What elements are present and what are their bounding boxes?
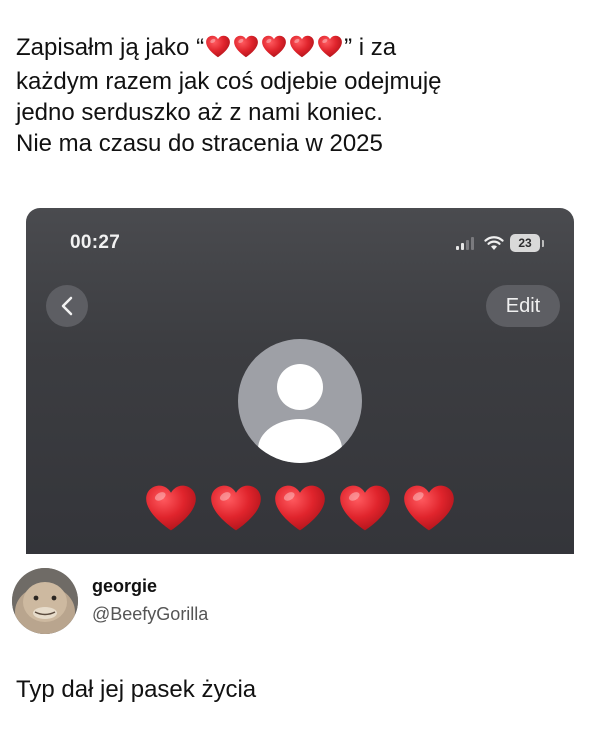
heart-icon <box>233 35 259 58</box>
tweet-text: Typ dał jej pasek życia <box>16 676 257 703</box>
heart-icon <box>209 484 263 532</box>
user-avatar[interactable] <box>12 568 78 634</box>
wifi-icon <box>484 235 504 250</box>
caption-line-1: Zapisałm ją jako “ ” i za <box>16 32 586 66</box>
back-button[interactable] <box>46 285 88 327</box>
heart-icon <box>402 484 456 532</box>
battery-icon: 23 <box>510 234 540 252</box>
battery-tip <box>542 239 544 247</box>
caption-line-3: jedno serduszko aż z nami koniec. <box>16 99 383 126</box>
heart-icon <box>205 35 231 58</box>
phone-screenshot: 00:27 23 Edit <box>26 208 574 554</box>
caption-line-2: każdym razem jak coś odjebie odejmuję <box>16 68 442 95</box>
caption-line-4: Nie ma czasu do stracenia w 2025 <box>16 130 383 157</box>
caption-line-1-end: ” i za <box>344 34 397 61</box>
heart-icon <box>317 35 343 58</box>
heart-icon <box>144 484 198 532</box>
meme-caption: Zapisałm ją jako “ ” i za każdym razem ja… <box>16 32 586 159</box>
contact-name-hearts <box>144 478 456 538</box>
status-time: 00:27 <box>70 232 121 253</box>
contact-avatar[interactable] <box>238 339 362 463</box>
signal-icon <box>456 237 474 250</box>
heart-icon <box>273 484 327 532</box>
heart-icon <box>338 484 392 532</box>
heart-icon <box>261 35 287 58</box>
caption-line-1-start: Zapisałm ją jako “ <box>16 34 205 61</box>
edit-button[interactable]: Edit <box>486 285 560 327</box>
status-icons: 23 <box>456 234 544 252</box>
user-handle[interactable]: @BeefyGorilla <box>92 604 208 625</box>
chevron-left-icon <box>61 296 73 316</box>
user-display-name[interactable]: georgie <box>92 576 157 597</box>
person-icon <box>258 364 342 463</box>
heart-icon <box>289 35 315 58</box>
inline-hearts <box>204 35 344 66</box>
user-avatar-image <box>12 568 78 634</box>
